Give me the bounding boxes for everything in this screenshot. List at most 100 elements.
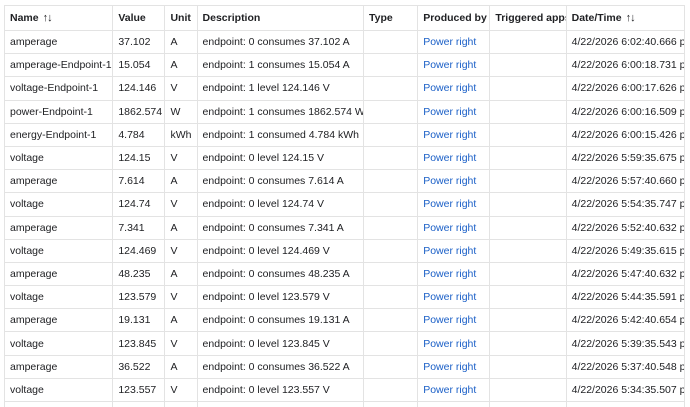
column-header-name[interactable]: Name ↑↓ xyxy=(3,5,114,31)
cell-name: amperage-Endpoint-1 xyxy=(3,53,114,78)
produced-by-link[interactable]: Power right xyxy=(423,314,476,326)
cell-description: endpoint: 0 level 124.15 V xyxy=(196,145,365,171)
produced-by-link[interactable]: Power right xyxy=(423,129,476,141)
cell-unit: A xyxy=(164,29,198,55)
produced-by-link[interactable]: Power right xyxy=(423,82,476,94)
cell-unit: A xyxy=(164,308,198,333)
cell-unit: kWh xyxy=(164,122,198,147)
produced-by-link[interactable]: Power right xyxy=(423,106,476,118)
cell-name: power-Endpoint-1 xyxy=(3,99,114,124)
column-header-type: Type xyxy=(363,5,419,31)
table-row[interactable]: amperage 36.522 Aendpoint: 0 consumes 36.5… xyxy=(3,354,686,379)
cell-name: amperage xyxy=(3,29,114,55)
cell-description: endpoint: 1 level 124.146 V xyxy=(196,76,365,101)
cell-type xyxy=(363,261,419,287)
cell-produced-by: Power right xyxy=(417,192,491,217)
events-table: Name ↑↓ Value Unit Description Type Produ… xyxy=(3,5,686,407)
cell-unit: A xyxy=(164,354,198,379)
column-header-produced-by: Produced by xyxy=(417,5,491,31)
cell-type xyxy=(363,285,419,310)
produced-by-link[interactable]: Power right xyxy=(423,291,476,303)
cell-value: 123.557 xyxy=(112,377,166,403)
cell-produced-by: Power right xyxy=(417,377,491,403)
cell-unit: A xyxy=(164,169,198,194)
table-row[interactable]: amperage-Endpoint-1 15.054 Aendpoint: 1 co… xyxy=(3,53,686,78)
cell-value: 7.614 xyxy=(112,169,166,194)
cell-description: endpoint: 1 consumes 15.054 A xyxy=(196,53,365,78)
produced-by-link[interactable]: Power right xyxy=(423,152,476,164)
cell-type xyxy=(363,29,419,55)
cell-description xyxy=(196,400,365,407)
cell-datetime xyxy=(565,400,686,407)
table-row[interactable]: voltage 123.845 Vendpoint: 0 level 123.845… xyxy=(3,331,686,356)
cell-type xyxy=(363,331,419,356)
cell-unit: A xyxy=(164,215,198,240)
column-header-label: Name xyxy=(10,12,39,24)
cell-type xyxy=(363,122,419,147)
cell-unit: V xyxy=(164,192,198,217)
cell-produced-by: Power right xyxy=(417,76,491,101)
table-row[interactable]: power-Endpoint-1 1862.574 Wendpoint: 1 con… xyxy=(3,99,686,124)
table-row[interactable]: amperage 7.341 Aendpoint: 0 consumes 7.341… xyxy=(3,215,686,240)
produced-by-link[interactable]: Power right xyxy=(423,245,476,257)
table-row[interactable]: voltage-Endpoint-1 124.146 Vendpoint: 1 le… xyxy=(3,76,686,101)
cell-unit: V xyxy=(164,285,198,310)
produced-by-link[interactable]: Power right xyxy=(423,198,476,210)
cell-datetime: 4/22/2026 5:39:35.543 pm xyxy=(565,331,686,356)
cell-triggered-apps xyxy=(489,377,567,403)
sort-arrows-icon[interactable]: ↑↓ xyxy=(626,12,636,24)
table-row[interactable]: voltage 123.557 Vendpoint: 0 level 123.557… xyxy=(3,377,686,403)
produced-by-link[interactable]: Power right xyxy=(423,175,476,187)
cell-name: amperage xyxy=(3,169,114,194)
produced-by-link[interactable]: Power right xyxy=(423,59,476,71)
cell-value: 37.102 xyxy=(112,29,166,55)
cell-description: endpoint: 0 consumes 7.341 A xyxy=(196,215,365,240)
cell-value: 123.579 xyxy=(112,285,166,310)
cell-triggered-apps xyxy=(489,145,567,171)
cell-produced-by: Power right xyxy=(417,354,491,379)
table-row[interactable]: amperage 37.102 Aendpoint: 0 consumes 37.1… xyxy=(3,29,686,55)
cell-name: amperage xyxy=(3,308,114,333)
produced-by-link[interactable]: Power right xyxy=(423,361,476,373)
table-row[interactable]: voltage 124.74 Vendpoint: 0 level 124.74 V… xyxy=(3,192,686,217)
cell-value: 48.235 xyxy=(112,261,166,287)
cell-description: endpoint: 0 consumes 48.235 A xyxy=(196,261,365,287)
produced-by-link[interactable]: Power right xyxy=(423,338,476,350)
produced-by-link[interactable]: Power right xyxy=(423,36,476,48)
cell-description: endpoint: 1 consumed 4.784 kWh xyxy=(196,122,365,147)
produced-by-link[interactable]: Power right xyxy=(423,268,476,280)
table-row[interactable]: voltage 124.469 Vendpoint: 0 level 124.469… xyxy=(3,238,686,263)
table-row[interactable]: amperage 48.235 Aendpoint: 0 consumes 48.2… xyxy=(3,261,686,287)
cell-datetime: 4/22/2026 5:52:40.632 pm xyxy=(565,215,686,240)
cell-description: endpoint: 0 level 124.469 V xyxy=(196,238,365,263)
table-row[interactable]: voltage 124.15 Vendpoint: 0 level 124.15 V… xyxy=(3,145,686,171)
produced-by-link[interactable]: Power right xyxy=(423,222,476,234)
table-row[interactable]: amperage 19.131 Aendpoint: 0 consumes 19.1… xyxy=(3,308,686,333)
table-row[interactable]: voltage 123.579 Vendpoint: 0 level 123.579… xyxy=(3,285,686,310)
cell-name: voltage-Endpoint-1 xyxy=(3,76,114,101)
table-row[interactable] xyxy=(3,400,686,407)
cell-name: energy-Endpoint-1 xyxy=(3,122,114,147)
column-header-label: Produced by xyxy=(423,12,487,24)
cell-value: 7.341 xyxy=(112,215,166,240)
cell-produced-by: Power right xyxy=(417,331,491,356)
table-row[interactable]: amperage 7.614 Aendpoint: 0 consumes 7.614… xyxy=(3,169,686,194)
cell-type xyxy=(363,377,419,403)
table-body: amperage 37.102 Aendpoint: 0 consumes 37.1… xyxy=(3,29,686,407)
column-header-triggered-apps: Triggered apps xyxy=(489,5,567,31)
cell-value xyxy=(112,400,166,407)
cell-datetime: 4/22/2026 6:00:15.426 pm xyxy=(565,122,686,147)
cell-unit: W xyxy=(164,99,198,124)
sort-arrows-icon[interactable]: ↑↓ xyxy=(43,12,53,24)
table-row[interactable]: energy-Endpoint-1 4.784 kWh endpoint: 1 con… xyxy=(3,122,686,147)
events-view: Name ↑↓ Value Unit Description Type Produ… xyxy=(0,0,690,407)
cell-value: 123.845 xyxy=(112,331,166,356)
cell-produced-by: Power right xyxy=(417,169,491,194)
cell-triggered-apps xyxy=(489,76,567,101)
produced-by-link[interactable]: Power right xyxy=(423,384,476,396)
cell-name: voltage xyxy=(3,331,114,356)
column-header-datetime[interactable]: Date/Time ↑↓ xyxy=(565,5,686,31)
cell-description: endpoint: 0 consumes 36.522 A xyxy=(196,354,365,379)
cell-produced-by: Power right xyxy=(417,285,491,310)
cell-triggered-apps xyxy=(489,308,567,333)
